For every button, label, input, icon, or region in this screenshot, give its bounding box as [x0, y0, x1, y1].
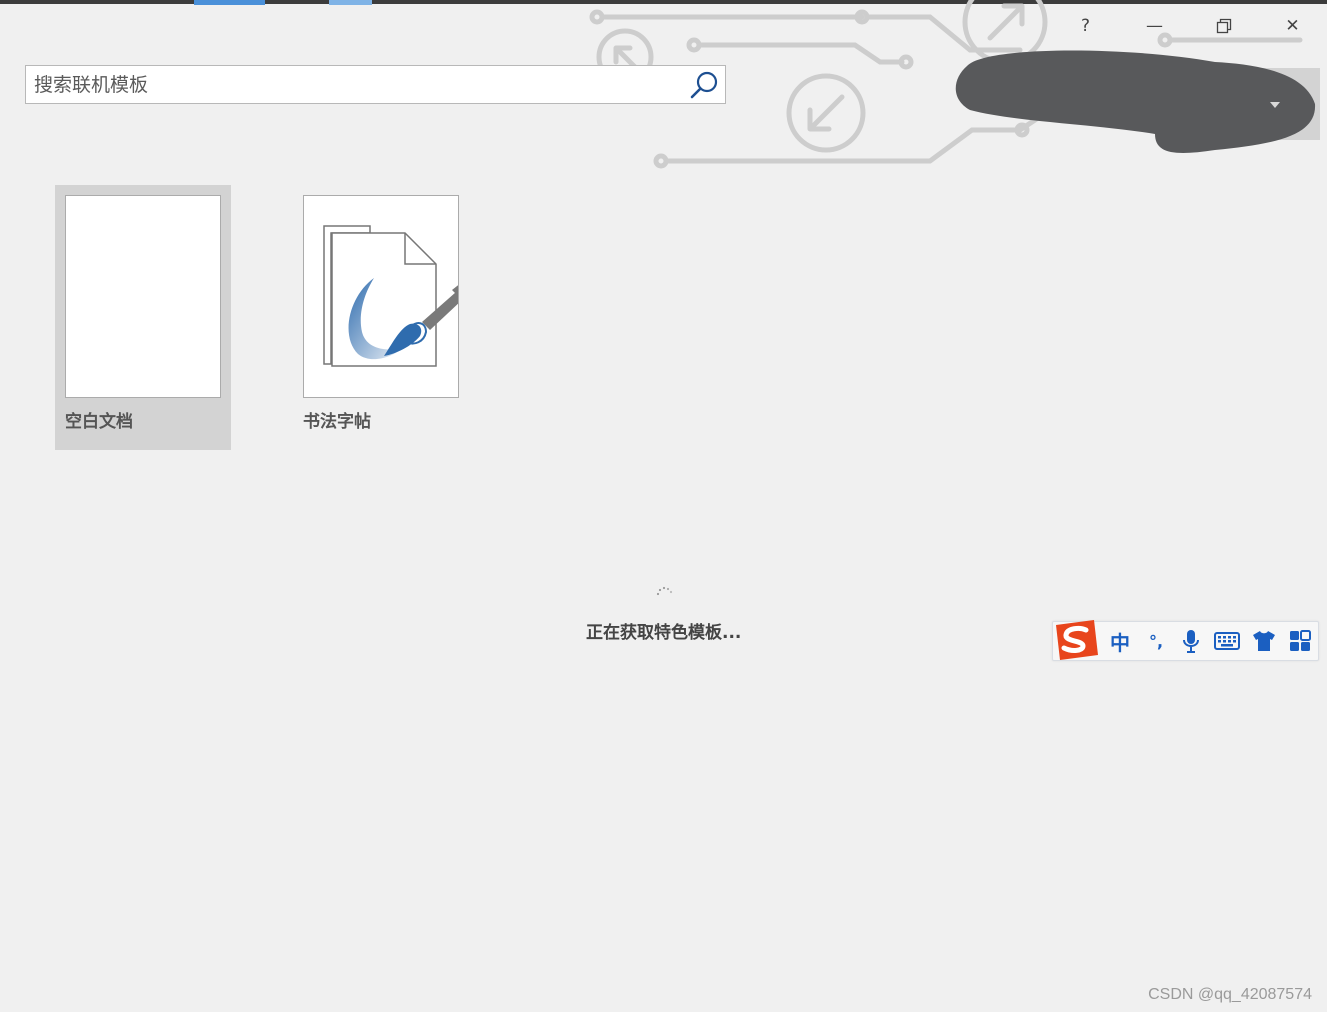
restore-icon	[1216, 18, 1231, 34]
calligraphy-thumbnail	[303, 195, 466, 398]
search-box	[25, 65, 726, 104]
close-button[interactable]: ✕	[1258, 8, 1327, 44]
tshirt-icon	[1253, 631, 1275, 651]
sogou-logo-icon[interactable]	[1050, 617, 1102, 663]
blank-document-thumbnail	[65, 195, 221, 398]
help-button[interactable]: ?	[1051, 8, 1120, 44]
sogou-ime-toolbar: 中 °,	[1052, 620, 1319, 661]
template-label: 书法字帖	[303, 412, 371, 432]
calligraphy-brush-icon	[323, 225, 466, 367]
watermark-text: CSDN @qq_42087574	[1148, 986, 1312, 1003]
window-controls: ? — ✕	[1051, 8, 1327, 44]
search-button[interactable]	[689, 69, 721, 101]
loading-status-text: 正在获取特色模板...	[586, 623, 742, 643]
microphone-icon	[1183, 630, 1199, 653]
loading-spinner-icon	[656, 586, 673, 596]
ime-voice-button[interactable]	[1177, 627, 1205, 655]
keyboard-icon	[1214, 632, 1240, 650]
word-start-screen: ? — ✕ 空白文档	[0, 0, 1327, 1012]
ime-punctuation-toggle[interactable]: °,	[1142, 627, 1170, 655]
template-calligraphy[interactable]: 书法字帖	[293, 185, 469, 450]
ime-mode-toggle[interactable]: 中	[1106, 627, 1134, 655]
ime-mode-label: 中	[1110, 630, 1130, 655]
ime-toolbox-button[interactable]	[1286, 627, 1314, 655]
active-tab-indicator	[194, 0, 265, 5]
template-label: 空白文档	[65, 412, 133, 432]
minimize-button[interactable]: —	[1120, 8, 1189, 44]
tab-indicator	[329, 0, 372, 5]
restore-button[interactable]	[1189, 8, 1258, 44]
grid-apps-icon	[1290, 630, 1311, 651]
ime-keyboard-button[interactable]	[1213, 627, 1241, 655]
ime-punctuation-label: °,	[1148, 631, 1164, 651]
search-icon	[690, 71, 718, 99]
search-input[interactable]	[26, 66, 676, 103]
redacted-account-area[interactable]	[955, 44, 1320, 156]
ime-skin-button[interactable]	[1250, 627, 1278, 655]
template-blank-document[interactable]: 空白文档	[55, 185, 231, 450]
